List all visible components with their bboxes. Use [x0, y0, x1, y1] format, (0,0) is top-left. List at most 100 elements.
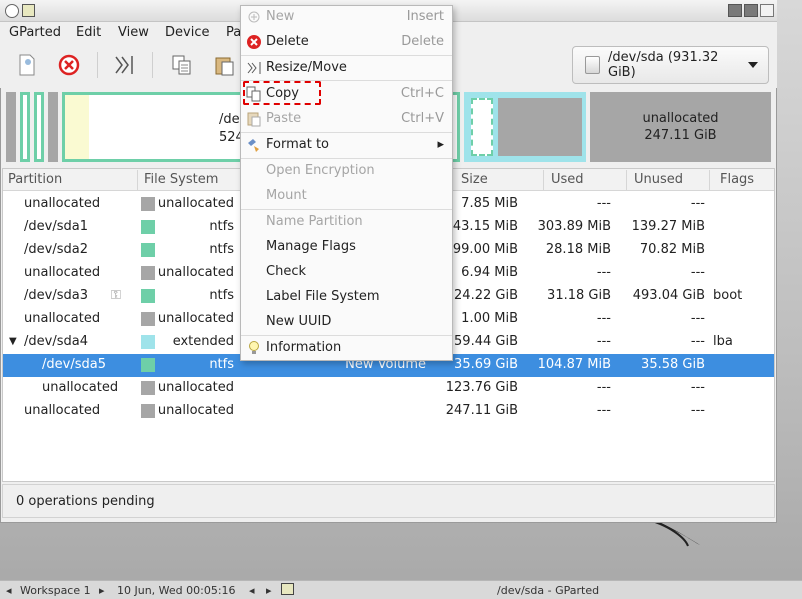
- column-header-unused[interactable]: Unused: [634, 172, 683, 187]
- diskmap-last-size: 247.11 GiB: [644, 128, 717, 143]
- resize-icon: [246, 60, 262, 76]
- cell-used: 104.87 MiB: [537, 357, 611, 372]
- menu-view[interactable]: View: [118, 25, 149, 40]
- cell-filesystem: ntfs: [209, 219, 234, 234]
- cell-partition: unallocated: [42, 380, 119, 395]
- format-icon: [246, 137, 262, 153]
- system-menu-icon[interactable]: [5, 4, 19, 18]
- menu-item-manage-flags[interactable]: Manage Flags: [241, 235, 452, 259]
- task-prev-icon[interactable]: ◂: [249, 584, 255, 597]
- delete-icon: [58, 54, 80, 76]
- menu-item-information[interactable]: Information: [241, 336, 452, 360]
- workspace-next-icon[interactable]: ▸: [99, 584, 105, 597]
- menu-item-paste-accel: Ctrl+V: [401, 111, 444, 126]
- resize-move-button[interactable]: [110, 50, 138, 80]
- diskmap-sda2[interactable]: [34, 92, 44, 162]
- menu-item-open-encryption[interactable]: Open Encryption: [241, 159, 452, 183]
- column-header-size[interactable]: Size: [461, 172, 488, 187]
- menu-item-delete-label: Delete: [266, 34, 309, 49]
- close-button[interactable]: [760, 4, 774, 17]
- cell-unused: ---: [690, 403, 705, 418]
- menu-item-delete[interactable]: Delete Delete: [241, 30, 452, 54]
- diskmap-sda4-extended[interactable]: [464, 92, 586, 162]
- paste-icon: [215, 57, 234, 76]
- app-icon: [281, 583, 294, 595]
- menu-item-check[interactable]: Check: [241, 260, 452, 284]
- diskmap-unallocated-logical[interactable]: [498, 98, 582, 156]
- device-selector[interactable]: /dev/sda (931.32 GiB): [572, 46, 769, 84]
- chevron-down-icon: [748, 62, 758, 68]
- filesystem-color-swatch: [141, 358, 155, 372]
- menu-edit[interactable]: Edit: [76, 25, 101, 40]
- menu-item-format-to[interactable]: Format to ▸: [241, 133, 452, 157]
- diskmap-unallocated-2[interactable]: [48, 92, 58, 162]
- table-row[interactable]: unallocated unallocated 247.11 GiB --- ---: [3, 400, 774, 423]
- menu-device[interactable]: Device: [165, 25, 209, 40]
- diskmap-sda5[interactable]: [471, 98, 493, 156]
- cell-partition: /dev/sda4: [24, 334, 88, 349]
- toolbar-separator: [152, 52, 153, 78]
- copy-button[interactable]: [168, 50, 196, 80]
- key-icon: ⚿: [111, 288, 121, 303]
- menu-item-label-file-system[interactable]: Label File System: [241, 285, 452, 309]
- paste-icon: [246, 111, 262, 127]
- menu-item-mount[interactable]: Mount: [241, 184, 452, 208]
- column-separator: [709, 170, 710, 190]
- cell-unused: ---: [690, 265, 705, 280]
- workspace-label[interactable]: Workspace 1: [20, 584, 91, 597]
- diskmap-used-bar: [65, 95, 89, 159]
- new-document-icon: [19, 54, 35, 76]
- resize-icon: [115, 56, 133, 74]
- task-next-icon[interactable]: ▸: [266, 584, 272, 597]
- submenu-arrow-icon: ▸: [437, 137, 444, 152]
- filesystem-color-swatch: [141, 289, 155, 303]
- filesystem-color-swatch: [141, 243, 155, 257]
- cell-used: ---: [596, 311, 611, 326]
- cell-flags: boot: [713, 288, 743, 303]
- cell-filesystem: ntfs: [209, 242, 234, 257]
- cell-unused: 70.82 MiB: [639, 242, 705, 257]
- filesystem-color-swatch: [141, 312, 155, 326]
- cell-used: ---: [596, 380, 611, 395]
- menu-gparted[interactable]: GParted: [9, 25, 61, 40]
- diskmap-last-label: unallocated: [642, 111, 719, 126]
- minimize-button[interactable]: [728, 4, 742, 17]
- column-separator: [626, 170, 627, 190]
- menu-item-new-uuid[interactable]: New UUID: [241, 310, 452, 334]
- menu-item-new-accel: Insert: [406, 9, 444, 24]
- cell-partition: /dev/sda5: [42, 357, 106, 372]
- cell-used: 28.18 MiB: [545, 242, 611, 257]
- table-row[interactable]: unallocated unallocated 123.76 GiB --- ---: [3, 377, 774, 400]
- diskmap-sda1[interactable]: [20, 92, 30, 162]
- menu-partition[interactable]: Pa: [226, 25, 241, 40]
- maximize-button[interactable]: [744, 4, 758, 17]
- workspace-prev-icon[interactable]: ◂: [6, 584, 12, 597]
- menu-item-name-partition[interactable]: Name Partition: [241, 210, 452, 234]
- menu-item-resize-move[interactable]: Resize/Move: [241, 56, 452, 80]
- menu-item-information-label: Information: [266, 340, 342, 355]
- cell-filesystem: extended: [172, 334, 234, 349]
- paste-button[interactable]: [210, 50, 238, 80]
- menu-item-open-encryption-label: Open Encryption: [266, 163, 375, 178]
- menu-item-format-label: Format to: [266, 137, 329, 152]
- column-header-flags[interactable]: Flags: [720, 172, 754, 187]
- column-header-partition[interactable]: Partition: [8, 172, 62, 187]
- new-partition-button[interactable]: [13, 50, 41, 80]
- column-header-used[interactable]: Used: [551, 172, 584, 187]
- diskmap-unallocated-last[interactable]: unallocated 247.11 GiB: [590, 92, 771, 162]
- cell-partition: /dev/sda2: [24, 242, 88, 257]
- menu-item-name-partition-label: Name Partition: [266, 214, 363, 229]
- delete-partition-button[interactable]: [55, 50, 83, 80]
- cell-partition: /dev/sda1: [24, 219, 88, 234]
- cell-size: 123.76 GiB: [445, 380, 518, 395]
- expander-icon[interactable]: ▼: [9, 336, 17, 347]
- task-button-gparted[interactable]: /dev/sda - GParted: [497, 584, 599, 597]
- column-header-filesystem[interactable]: File System: [144, 172, 218, 187]
- cell-filesystem: unallocated: [157, 403, 234, 418]
- diskmap-unallocated-1[interactable]: [6, 92, 16, 162]
- cell-unused: ---: [690, 196, 705, 211]
- menu-item-mount-label: Mount: [266, 188, 307, 203]
- menu-item-new[interactable]: New Insert: [241, 5, 452, 29]
- app-icon: [22, 4, 35, 17]
- menu-item-paste[interactable]: Paste Ctrl+V: [241, 107, 452, 131]
